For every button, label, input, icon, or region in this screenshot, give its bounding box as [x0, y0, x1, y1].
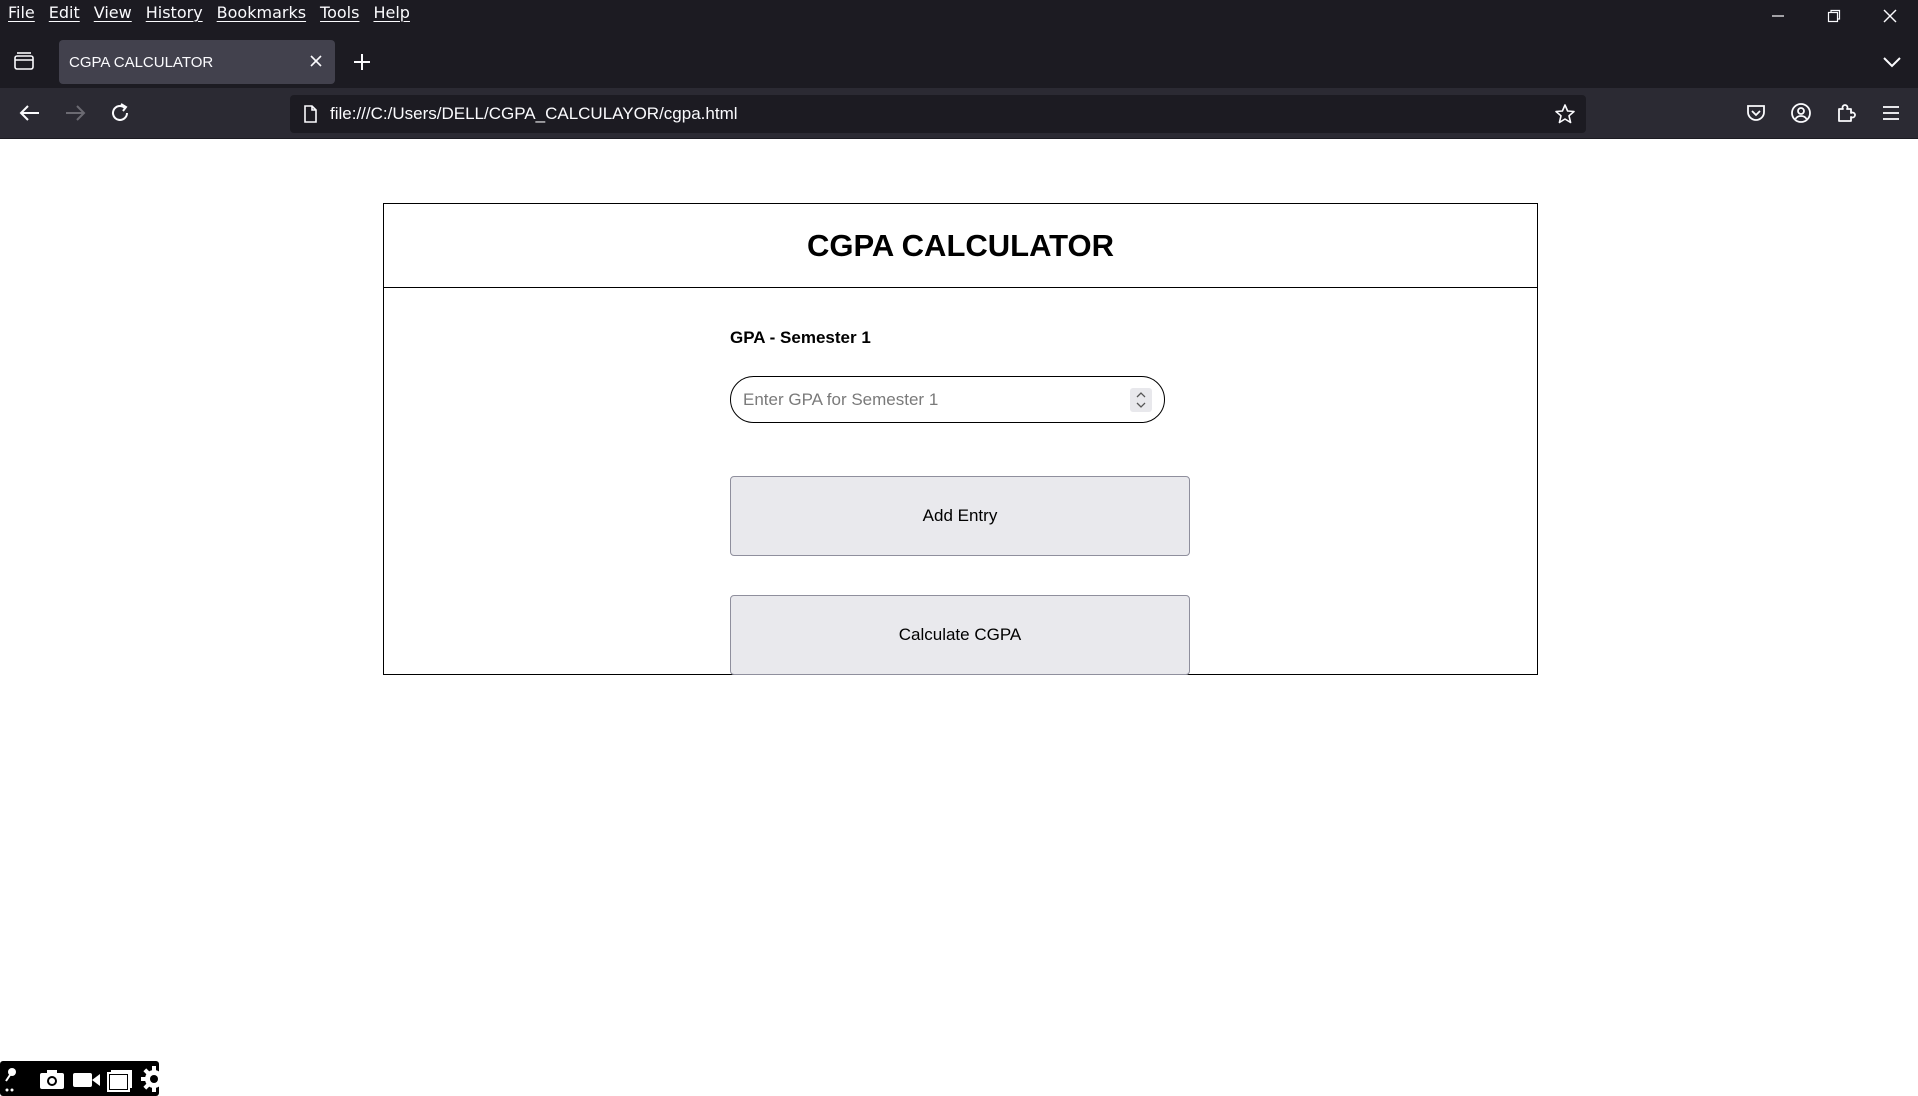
new-tab-button[interactable] [350, 50, 374, 74]
bookmark-star-button[interactable] [1554, 103, 1576, 125]
pocket-icon [1747, 105, 1765, 121]
star-icon [1555, 104, 1575, 124]
page-content: CGPA CALCULATOR GPA - Semester 1 Enter G… [0, 139, 1918, 1096]
firefox-view-icon [14, 52, 34, 70]
menu-file[interactable]: File [8, 3, 35, 22]
minimize-button[interactable] [1750, 0, 1806, 32]
gallery-button[interactable] [104, 1063, 136, 1095]
plus-icon [354, 54, 370, 70]
tab-title: CGPA CALCULATOR [69, 53, 214, 71]
window-controls [1750, 0, 1918, 32]
arrow-right-icon [66, 105, 86, 121]
close-window-button[interactable] [1862, 0, 1918, 32]
arrow-left-icon [19, 105, 39, 121]
forward-button[interactable] [62, 100, 88, 126]
hamburger-menu-icon [1883, 106, 1899, 120]
page-icon [300, 104, 320, 124]
account-button[interactable] [1788, 100, 1814, 126]
browser-chrome: File Edit View History Bookmarks Tools H… [0, 0, 1918, 139]
list-all-tabs-button[interactable] [1880, 50, 1904, 74]
calculate-cgpa-button[interactable]: Calculate CGPA [730, 595, 1190, 675]
video-icon [73, 1072, 100, 1087]
close-icon [310, 55, 322, 67]
extensions-button[interactable] [1833, 100, 1859, 126]
capture-toolbar [0, 1061, 167, 1096]
screenshot-button[interactable] [36, 1063, 68, 1095]
account-icon [1791, 103, 1811, 123]
address-bar[interactable]: file:///C:/Users/DELL/CGPA_CALCULAYOR/cg… [290, 95, 1586, 133]
gpa-input-placeholder: Enter GPA for Semester 1 [743, 390, 939, 409]
menu-help[interactable]: Help [373, 3, 409, 22]
app-menu-button[interactable] [1878, 100, 1904, 126]
minimize-icon [1772, 15, 1784, 17]
menu-view[interactable]: View [94, 3, 132, 22]
back-button[interactable] [17, 100, 43, 126]
page-title: CGPA CALCULATOR [806, 227, 1115, 263]
folder-icon [107, 1069, 132, 1092]
pocket-button[interactable] [1743, 100, 1769, 126]
gear-icon [141, 1065, 167, 1092]
calculator-card: CGPA CALCULATOR GPA - Semester 1 Enter G… [383, 203, 1538, 675]
menu-bookmarks[interactable]: Bookmarks [217, 3, 306, 22]
tab-cgpa-calculator[interactable]: CGPA CALCULATOR [59, 40, 335, 84]
puzzle-icon [1838, 104, 1856, 122]
card-header: CGPA CALCULATOR [384, 204, 1537, 288]
restore-icon [1827, 9, 1841, 23]
record-button[interactable] [70, 1063, 102, 1095]
tab-strip: CGPA CALCULATOR [0, 40, 1918, 84]
restore-button[interactable] [1806, 0, 1862, 32]
tab-close-button[interactable] [307, 52, 325, 70]
number-spinner[interactable] [1130, 388, 1152, 412]
menu-history[interactable]: History [146, 3, 203, 22]
url-text: file:///C:/Users/DELL/CGPA_CALCULAYOR/cg… [330, 104, 738, 123]
pin-icon [5, 1067, 16, 1091]
gpa-input[interactable]: Enter GPA for Semester 1 [730, 376, 1165, 423]
menu-tools[interactable]: Tools [320, 3, 359, 22]
camera-icon [40, 1069, 64, 1089]
chevron-down-icon [1883, 57, 1901, 68]
close-icon [1883, 9, 1897, 23]
reload-button[interactable] [107, 100, 133, 126]
add-entry-button[interactable]: Add Entry [730, 476, 1190, 556]
gpa-semester-label: GPA - Semester 1 [730, 328, 871, 347]
navigation-toolbar: file:///C:/Users/DELL/CGPA_CALCULAYOR/cg… [0, 88, 1918, 138]
pin-button[interactable] [2, 1063, 34, 1095]
spinner-arrows-icon [1136, 392, 1146, 408]
settings-button[interactable] [138, 1063, 170, 1095]
menu-edit[interactable]: Edit [49, 3, 80, 22]
menu-bar: File Edit View History Bookmarks Tools H… [0, 0, 1918, 24]
firefox-view-button[interactable] [12, 50, 38, 74]
reload-icon [112, 103, 128, 121]
